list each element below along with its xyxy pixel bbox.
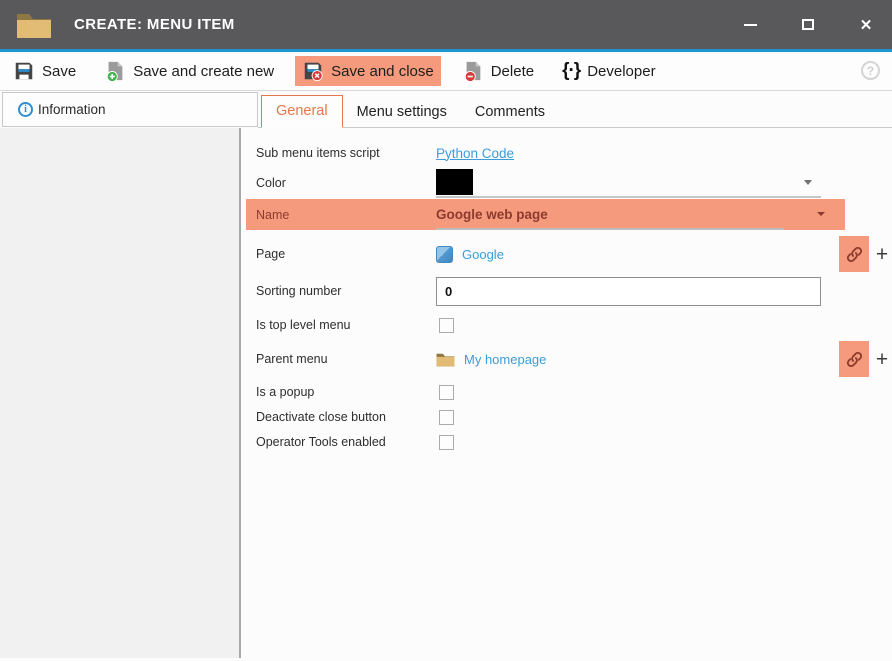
tab-general[interactable]: General	[261, 95, 343, 128]
field-label: Page	[256, 247, 436, 261]
info-icon: i	[18, 102, 33, 117]
field-operator-tools-enabled: Operator Tools enabled	[241, 432, 892, 452]
field-sorting-number: Sorting number	[241, 276, 892, 306]
field-label: Name	[256, 208, 436, 222]
save-icon	[13, 60, 35, 82]
add-record-button[interactable]: +	[872, 349, 892, 370]
field-is-a-popup: Is a popup	[241, 382, 892, 402]
save-close-icon	[302, 60, 324, 82]
title-bar: CREATE: MENU ITEM ✕	[0, 0, 892, 52]
page-icon	[436, 246, 453, 263]
link-record-button[interactable]	[839, 341, 869, 377]
name-dropdown[interactable]: Google web page	[436, 207, 821, 222]
close-icon[interactable]: ✕	[858, 17, 874, 33]
page-link[interactable]: Google	[462, 247, 504, 262]
field-color: Color	[241, 166, 892, 199]
tab-comments[interactable]: Comments	[461, 97, 559, 128]
operator-tools-enabled-checkbox[interactable]	[439, 435, 454, 450]
parent-menu-link[interactable]: My homepage	[464, 352, 546, 367]
is-top-level-menu-checkbox[interactable]	[439, 318, 454, 333]
field-sub-menu-items-script: Sub menu items script Python Code	[241, 140, 892, 166]
name-underline	[436, 228, 784, 230]
developer-icon: {·}	[562, 61, 580, 82]
create-menu-item-window: CREATE: MENU ITEM ✕ Save Save an	[0, 0, 892, 661]
python-code-link[interactable]: Python Code	[436, 146, 514, 161]
window-controls: ✕	[742, 17, 874, 33]
toolbar: Save Save and create new Save and close	[0, 52, 892, 91]
help-icon[interactable]: ?	[861, 61, 880, 80]
field-page: Page Google +	[241, 236, 892, 272]
window-body: Sub menu items script Python Code Color …	[0, 128, 892, 658]
minimize-icon[interactable]	[742, 17, 758, 33]
field-label: Parent menu	[256, 352, 436, 366]
tab-strip: i Information General Menu settings Comm…	[0, 91, 892, 128]
add-record-button[interactable]: +	[872, 244, 892, 265]
general-tab-content: Sub menu items script Python Code Color …	[241, 128, 892, 658]
chevron-down-icon	[804, 180, 812, 185]
field-is-top-level-menu: Is top level menu	[241, 315, 892, 335]
field-deactivate-close-button: Deactivate close button	[241, 407, 892, 427]
deactivate-close-button-checkbox[interactable]	[439, 410, 454, 425]
maximize-icon[interactable]	[800, 17, 816, 33]
field-label: Color	[256, 176, 436, 190]
save-button[interactable]: Save	[6, 56, 83, 86]
field-label: Is a popup	[256, 385, 436, 399]
chain-link-icon	[845, 350, 864, 369]
chain-link-icon	[845, 245, 864, 264]
developer-button[interactable]: {·} Developer	[555, 57, 663, 86]
tabs: General Menu settings Comments	[258, 91, 892, 128]
save-new-icon	[104, 60, 126, 82]
sidebar-item-information[interactable]: i Information	[2, 92, 258, 127]
window-title: CREATE: MENU ITEM	[74, 16, 235, 33]
color-dropdown[interactable]	[436, 168, 821, 198]
field-name: Name Google web page	[241, 199, 892, 230]
folder-icon	[16, 11, 52, 39]
field-parent-menu: Parent menu My homepage	[241, 341, 892, 377]
sorting-number-input[interactable]	[436, 277, 821, 306]
field-label: Is top level menu	[256, 318, 436, 332]
sidebar-header-area: i Information	[0, 91, 258, 128]
tab-menu-settings[interactable]: Menu settings	[343, 97, 461, 128]
name-value: Google web page	[436, 207, 548, 222]
field-label: Sub menu items script	[256, 146, 436, 160]
field-label: Sorting number	[256, 284, 436, 298]
is-a-popup-checkbox[interactable]	[439, 385, 454, 400]
side-panel	[0, 128, 241, 658]
delete-icon	[462, 60, 484, 82]
color-swatch	[436, 169, 473, 195]
folder-icon	[436, 352, 455, 367]
field-label: Operator Tools enabled	[256, 435, 436, 449]
save-and-create-new-button[interactable]: Save and create new	[97, 56, 281, 86]
field-label: Deactivate close button	[256, 410, 436, 424]
link-record-button[interactable]	[839, 236, 869, 272]
chevron-down-icon	[817, 212, 825, 216]
save-and-close-button[interactable]: Save and close	[295, 56, 441, 86]
delete-button[interactable]: Delete	[455, 56, 541, 86]
